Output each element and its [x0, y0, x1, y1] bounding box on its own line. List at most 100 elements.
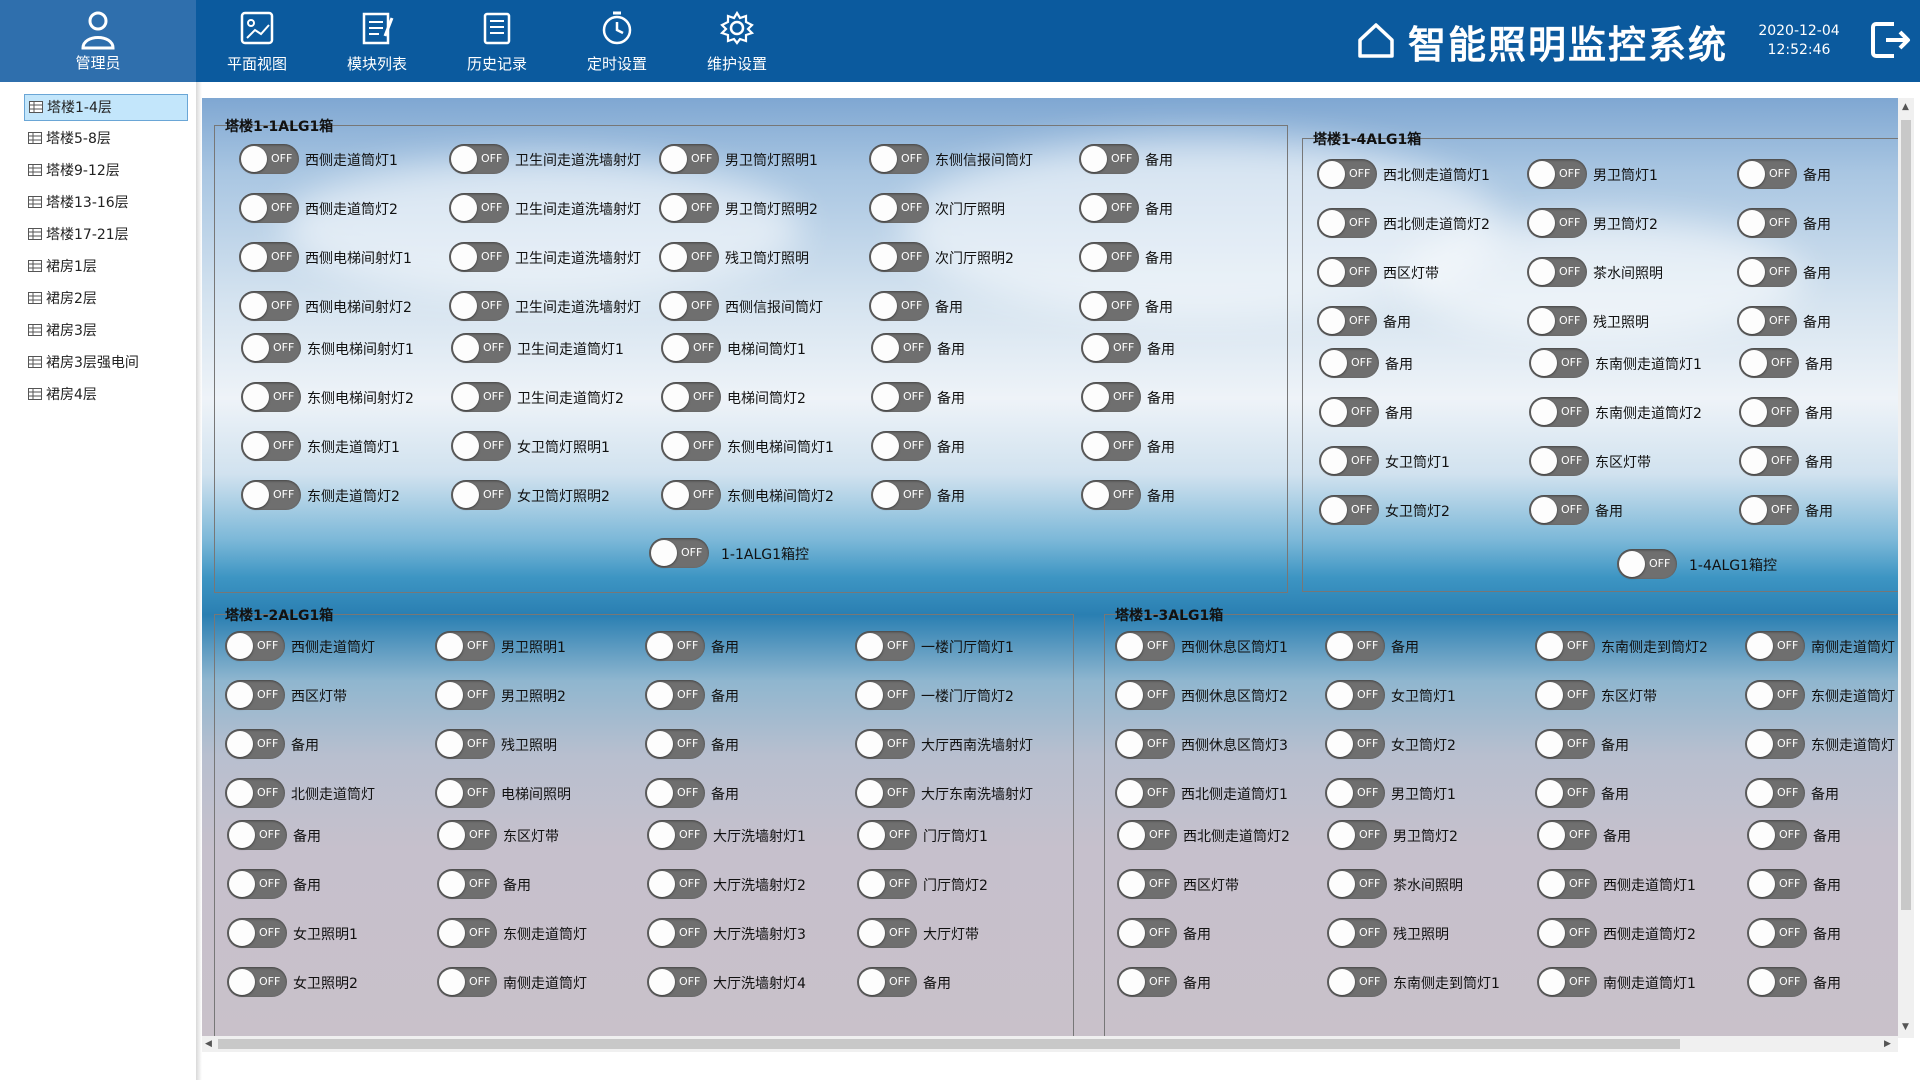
toggle-switch[interactable]: OFF [857, 820, 917, 850]
horizontal-scroll-thumb[interactable] [218, 1039, 1680, 1049]
scroll-left-arrow[interactable]: ◀ [205, 1039, 212, 1049]
toggle-switch[interactable]: OFF [1739, 446, 1799, 476]
toggle-switch[interactable]: OFF [437, 967, 497, 997]
tree-item[interactable]: 塔楼13-16层 [24, 190, 188, 217]
toggle-switch[interactable]: OFF [227, 869, 287, 899]
toggle-switch[interactable]: OFF [1327, 967, 1387, 997]
toggle-switch[interactable]: OFF [647, 918, 707, 948]
toggle-switch[interactable]: OFF [855, 680, 915, 710]
toggle-switch[interactable]: OFF [449, 144, 509, 174]
toggle-switch[interactable]: OFF [435, 631, 495, 661]
nav-history[interactable]: 历史记录 [442, 0, 552, 82]
toggle-switch[interactable]: OFF [869, 242, 929, 272]
toggle-switch[interactable]: OFF [1739, 348, 1799, 378]
toggle-switch[interactable]: OFF [661, 333, 721, 363]
toggle-switch[interactable]: OFF [1117, 820, 1177, 850]
toggle-switch[interactable]: OFF [435, 680, 495, 710]
toggle-switch[interactable]: OFF [449, 242, 509, 272]
toggle-switch[interactable]: OFF [1327, 918, 1387, 948]
tree-item[interactable]: 塔楼1-4层 [24, 94, 188, 121]
master-toggle-switch[interactable]: OFF [1617, 549, 1677, 579]
toggle-switch[interactable]: OFF [871, 333, 931, 363]
toggle-switch[interactable]: OFF [659, 144, 719, 174]
tree-item[interactable]: 裙房3层强电间 [24, 350, 188, 377]
toggle-switch[interactable]: OFF [1325, 729, 1385, 759]
toggle-switch[interactable]: OFF [1537, 967, 1597, 997]
toggle-switch[interactable]: OFF [1079, 242, 1139, 272]
toggle-switch[interactable]: OFF [449, 291, 509, 321]
tree-item[interactable]: 裙房2层 [24, 286, 188, 313]
toggle-switch[interactable]: OFF [1527, 257, 1587, 287]
toggle-switch[interactable]: OFF [1747, 967, 1807, 997]
toggle-switch[interactable]: OFF [1747, 869, 1807, 899]
master-toggle-switch[interactable]: OFF [649, 538, 709, 568]
toggle-switch[interactable]: OFF [1535, 778, 1595, 808]
tree-item[interactable]: 塔楼9-12层 [24, 158, 188, 185]
tree-item[interactable]: 裙房1层 [24, 254, 188, 281]
toggle-switch[interactable]: OFF [1319, 397, 1379, 427]
nav-timer-settings[interactable]: 定时设置 [562, 0, 672, 82]
admin-profile[interactable]: 管理员 [0, 0, 196, 82]
toggle-switch[interactable]: OFF [855, 729, 915, 759]
toggle-switch[interactable]: OFF [1527, 159, 1587, 189]
toggle-switch[interactable]: OFF [1535, 680, 1595, 710]
toggle-switch[interactable]: OFF [1079, 144, 1139, 174]
toggle-switch[interactable]: OFF [1081, 382, 1141, 412]
toggle-switch[interactable]: OFF [1537, 869, 1597, 899]
toggle-switch[interactable]: OFF [869, 144, 929, 174]
toggle-switch[interactable]: OFF [1529, 397, 1589, 427]
toggle-switch[interactable]: OFF [1117, 918, 1177, 948]
toggle-switch[interactable]: OFF [645, 729, 705, 759]
toggle-switch[interactable]: OFF [1737, 159, 1797, 189]
tree-item[interactable]: 塔楼17-21层 [24, 222, 188, 249]
toggle-switch[interactable]: OFF [659, 193, 719, 223]
toggle-switch[interactable]: OFF [1325, 631, 1385, 661]
toggle-switch[interactable]: OFF [869, 193, 929, 223]
scroll-up-arrow[interactable]: ▲ [1902, 102, 1909, 112]
toggle-switch[interactable]: OFF [437, 820, 497, 850]
toggle-switch[interactable]: OFF [647, 820, 707, 850]
toggle-switch[interactable]: OFF [239, 144, 299, 174]
toggle-switch[interactable]: OFF [661, 480, 721, 510]
toggle-switch[interactable]: OFF [1079, 291, 1139, 321]
toggle-switch[interactable]: OFF [1115, 729, 1175, 759]
toggle-switch[interactable]: OFF [1327, 820, 1387, 850]
toggle-switch[interactable]: OFF [241, 382, 301, 412]
logout-icon[interactable] [1868, 18, 1912, 62]
toggle-switch[interactable]: OFF [645, 631, 705, 661]
toggle-switch[interactable]: OFF [857, 869, 917, 899]
toggle-switch[interactable]: OFF [1737, 208, 1797, 238]
toggle-switch[interactable]: OFF [1527, 306, 1587, 336]
toggle-switch[interactable]: OFF [1079, 193, 1139, 223]
toggle-switch[interactable]: OFF [1745, 631, 1805, 661]
toggle-switch[interactable]: OFF [871, 431, 931, 461]
toggle-switch[interactable]: OFF [227, 967, 287, 997]
toggle-switch[interactable]: OFF [661, 431, 721, 461]
toggle-switch[interactable]: OFF [451, 382, 511, 412]
toggle-switch[interactable]: OFF [451, 333, 511, 363]
toggle-switch[interactable]: OFF [659, 242, 719, 272]
toggle-switch[interactable]: OFF [241, 333, 301, 363]
toggle-switch[interactable]: OFF [437, 918, 497, 948]
toggle-switch[interactable]: OFF [1537, 918, 1597, 948]
toggle-switch[interactable]: OFF [227, 918, 287, 948]
toggle-switch[interactable]: OFF [855, 631, 915, 661]
toggle-switch[interactable]: OFF [869, 291, 929, 321]
toggle-switch[interactable]: OFF [1317, 208, 1377, 238]
nav-maintenance-settings[interactable]: 维护设置 [682, 0, 792, 82]
toggle-switch[interactable]: OFF [241, 431, 301, 461]
toggle-switch[interactable]: OFF [645, 680, 705, 710]
toggle-switch[interactable]: OFF [871, 480, 931, 510]
toggle-switch[interactable]: OFF [1745, 778, 1805, 808]
toggle-switch[interactable]: OFF [1745, 680, 1805, 710]
toggle-switch[interactable]: OFF [239, 291, 299, 321]
toggle-switch[interactable]: OFF [1747, 918, 1807, 948]
toggle-switch[interactable]: OFF [1739, 397, 1799, 427]
toggle-switch[interactable]: OFF [451, 480, 511, 510]
toggle-switch[interactable]: OFF [1527, 208, 1587, 238]
toggle-switch[interactable]: OFF [1117, 967, 1177, 997]
toggle-switch[interactable]: OFF [1115, 778, 1175, 808]
toggle-switch[interactable]: OFF [1529, 446, 1589, 476]
toggle-switch[interactable]: OFF [1737, 306, 1797, 336]
horizontal-scrollbar[interactable]: ◀ ▶ [202, 1036, 1898, 1052]
